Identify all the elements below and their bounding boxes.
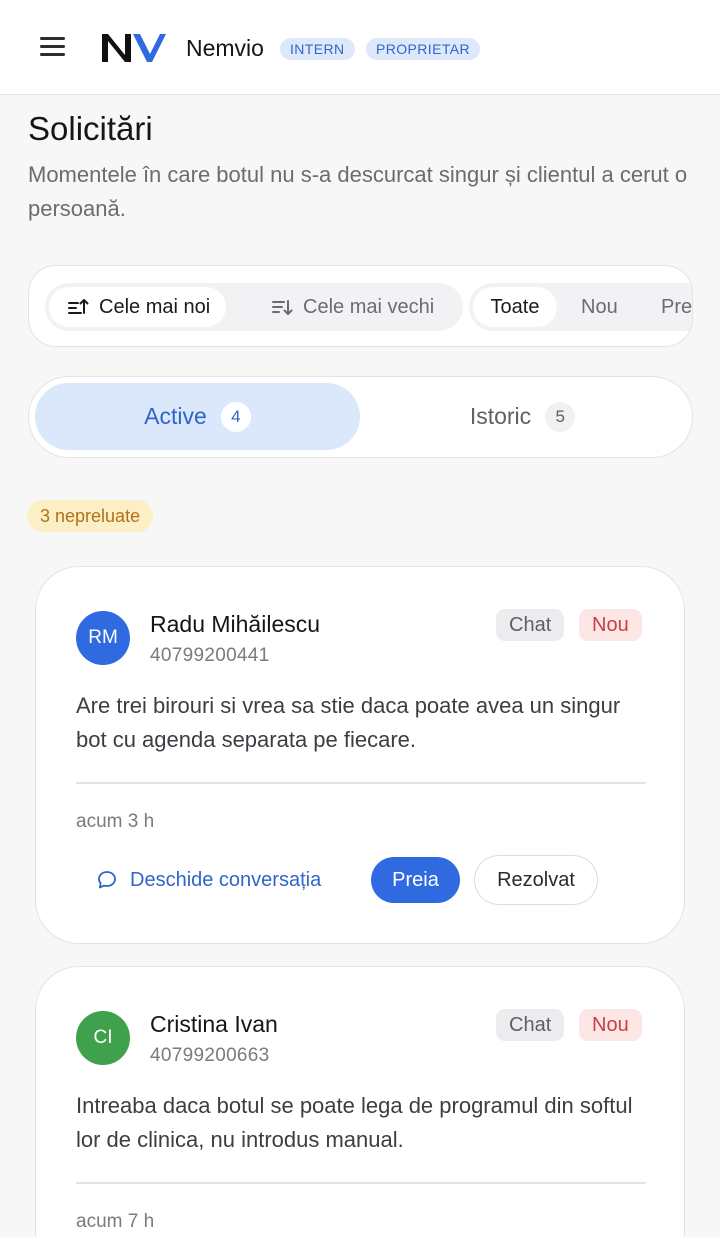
card-divider <box>76 1182 646 1184</box>
chat-bubble-icon <box>98 871 116 889</box>
contact-name: Radu Mihăilescu <box>150 611 321 637</box>
status-filter-taken[interactable]: Pre <box>661 287 692 327</box>
request-message: Intreaba daca botul se poate lega de pro… <box>76 1093 633 1152</box>
role-tag-intern: INTERN <box>280 38 355 60</box>
request-tabs: Active 4 Istoric 5 <box>28 376 693 458</box>
status-filter-all[interactable]: Toate <box>473 287 557 327</box>
sort-oldest-icon <box>272 300 293 315</box>
avatar: CI <box>76 1011 130 1065</box>
sort-newest-label: Cele mai noi <box>99 295 211 318</box>
take-over-button[interactable]: Preia <box>371 857 460 903</box>
page-subtitle: Momentele în care botul nu s-a descurcat… <box>28 162 688 221</box>
request-card: CI Cristina Ivan 40799200663 Chat Nou In… <box>35 966 685 1237</box>
tab-history[interactable]: Istoric 5 <box>360 383 685 450</box>
tab-active-label: Active <box>144 403 207 429</box>
request-time: acum 3 h <box>76 811 155 832</box>
request-message: Are trei birouri si vrea sa stie daca po… <box>76 693 621 752</box>
page-title: Solicitări <box>28 110 153 147</box>
status-filter-new[interactable]: Nou <box>581 287 618 327</box>
open-conversation-label: Deschide conversația <box>130 868 322 891</box>
role-tag-proprietar: PROPRIETAR <box>366 38 480 60</box>
card-divider <box>76 782 646 784</box>
brand-name: Nemvio <box>186 35 264 61</box>
tab-active-count: 4 <box>220 401 251 432</box>
filter-bar: Cele mai noi Cele mai vechi Toate Nou Pr… <box>28 265 693 347</box>
open-conversation-link[interactable]: Deschide conversația <box>96 857 321 903</box>
top-bar: Nemvio INTERN PROPRIETAR <box>0 0 720 95</box>
tab-active[interactable]: Active 4 <box>35 383 360 450</box>
tab-history-label: Istoric <box>469 403 532 429</box>
tab-history-count: 5 <box>545 401 576 432</box>
sort-newest-icon <box>68 299 89 314</box>
channel-badge: Chat <box>496 609 565 641</box>
request-time: acum 7 h <box>76 1211 155 1232</box>
hamburger-menu-icon[interactable] <box>38 34 68 60</box>
contact-name: Cristina Ivan <box>150 1011 278 1037</box>
status-filter-group: Toate Nou Pre <box>469 283 692 331</box>
unassigned-count-badge: 3 nepreluate <box>27 500 154 532</box>
contact-phone: 40799200441 <box>150 645 270 666</box>
status-badge: Nou <box>579 609 642 641</box>
sort-group: Cele mai noi Cele mai vechi <box>45 283 463 331</box>
status-badge: Nou <box>579 1009 642 1041</box>
request-card: RM Radu Mihăilescu 40799200441 Chat Nou … <box>35 566 685 944</box>
resolve-button[interactable]: Rezolvat <box>474 855 598 905</box>
channel-badge: Chat <box>496 1009 565 1041</box>
nv-logo <box>102 34 166 62</box>
sort-oldest-button[interactable]: Cele mai vechi <box>253 287 450 327</box>
contact-phone: 40799200663 <box>150 1045 270 1066</box>
sort-oldest-label: Cele mai vechi <box>303 295 435 318</box>
sort-newest-button[interactable]: Cele mai noi <box>49 287 227 327</box>
avatar: RM <box>76 611 130 665</box>
